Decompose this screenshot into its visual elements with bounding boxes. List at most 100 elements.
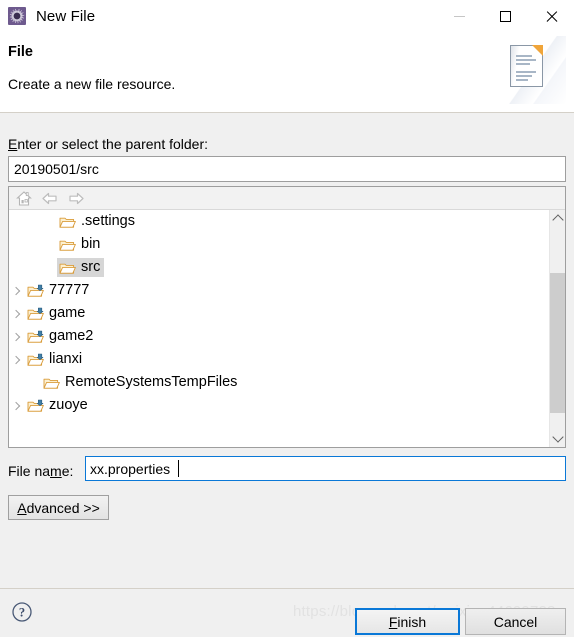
expand-arrow-icon[interactable] — [9, 325, 25, 348]
wizard-header: File Create a new file resource. — [0, 32, 574, 113]
expand-arrow-icon[interactable] — [9, 302, 25, 325]
finish-button[interactable]: Finish — [355, 608, 460, 635]
home-icon[interactable] — [15, 190, 33, 207]
doc-line — [516, 55, 532, 57]
minimize-icon — [453, 15, 465, 17]
close-icon — [545, 10, 558, 23]
tree-item[interactable]: bin — [57, 235, 104, 254]
tree-row[interactable]: lianxi — [9, 348, 549, 371]
tree-item[interactable]: lianxi — [25, 350, 86, 369]
minimize-button[interactable] — [436, 0, 482, 32]
text-cursor — [178, 460, 179, 477]
tree-item-label: 77777 — [49, 282, 90, 299]
folder-icon — [59, 238, 76, 252]
doc-line — [516, 75, 532, 77]
tree-item-label: game2 — [49, 328, 94, 345]
file-name-label-pre: File na — [8, 463, 51, 479]
maximize-button[interactable] — [482, 0, 528, 32]
chevron-up-glyph — [552, 214, 564, 226]
doc-line — [516, 59, 536, 61]
tree-item[interactable]: .settings — [57, 212, 139, 231]
folder-icon — [59, 261, 76, 275]
file-name-label: File name: — [8, 463, 73, 479]
chevron-down-glyph — [552, 431, 564, 443]
back-arrow-icon[interactable] — [41, 190, 59, 207]
tree-item-label: src — [81, 259, 101, 276]
tree-row[interactable]: game — [9, 302, 549, 325]
tree-item[interactable]: 77777 — [25, 281, 93, 300]
doc-fold-corner-icon — [532, 45, 543, 56]
tree-row[interactable]: RemoteSystemsTempFiles — [9, 371, 549, 394]
tree-item[interactable]: zuoye — [25, 396, 92, 415]
project-folder-icon — [27, 399, 44, 413]
window-title: New File — [36, 7, 96, 25]
page-title: File — [8, 44, 33, 60]
tree-item[interactable]: game — [25, 304, 89, 323]
tree-item-label: game — [49, 305, 86, 322]
tree-item[interactable]: game2 — [25, 327, 97, 346]
scrollbar-thumb[interactable] — [550, 273, 565, 413]
doc-line — [516, 63, 530, 65]
folder-icon — [43, 376, 60, 390]
parent-folder-label: Enter or select the parent folder: — [8, 136, 208, 152]
file-name-label-post: e: — [61, 463, 74, 479]
expand-arrow-icon[interactable] — [9, 279, 25, 302]
forward-arrow-icon[interactable] — [67, 190, 85, 207]
tree-toolbar — [9, 187, 565, 210]
tree-item-label: bin — [81, 236, 101, 253]
expand-arrow-icon[interactable] — [9, 394, 25, 417]
finish-label-post: inish — [397, 613, 427, 630]
tree-row[interactable]: 77777 — [9, 279, 549, 302]
advanced-button[interactable]: Advanced >> — [8, 495, 109, 520]
window-controls — [436, 0, 574, 32]
folder-icon — [59, 215, 76, 229]
help-icon[interactable]: ? — [11, 601, 33, 623]
parent-folder-input[interactable] — [8, 156, 566, 182]
dialog-body: Enter or select the parent folder: 20190… — [0, 113, 574, 588]
file-name-label-mnemonic: m — [50, 463, 62, 479]
tree-row[interactable]: src — [9, 256, 549, 279]
tree-item-label: lianxi — [49, 351, 83, 368]
doc-line — [516, 71, 536, 73]
advanced-label-mnemonic: A — [17, 499, 27, 516]
scroll-up-icon[interactable] — [550, 210, 565, 227]
new-file-dialog: New File File Create a new file resource… — [0, 0, 574, 637]
advanced-label-post: dvanced >> — [26, 499, 100, 516]
project-folder-icon — [27, 284, 44, 298]
header-banner — [494, 36, 566, 104]
cancel-button[interactable]: Cancel — [465, 608, 566, 635]
doc-line — [516, 79, 528, 81]
tree-item-label: .settings — [81, 213, 135, 230]
file-name-input[interactable] — [85, 456, 566, 481]
project-folder-icon — [27, 307, 44, 321]
folder-tree: .settings bin src 77777 game game2 lianxi Remot… — [8, 186, 566, 448]
tree-item-label: zuoye — [49, 397, 88, 414]
maximize-icon — [499, 10, 511, 22]
close-button[interactable] — [528, 0, 574, 32]
tree-row[interactable]: zuoye — [9, 394, 549, 417]
parent-folder-label-post: nter or select the parent folder: — [17, 136, 209, 152]
tree-row[interactable]: .settings — [9, 210, 549, 233]
tree-vertical-scrollbar[interactable] — [549, 210, 565, 447]
tree-row[interactable]: bin — [9, 233, 549, 256]
tree-item-label: RemoteSystemsTempFiles — [65, 374, 238, 391]
parent-folder-label-mnemonic: E — [8, 136, 18, 152]
tree-item[interactable]: RemoteSystemsTempFiles — [41, 373, 241, 392]
tree-row[interactable]: game2 — [9, 325, 549, 348]
page-description: Create a new file resource. — [8, 76, 176, 92]
expand-arrow-icon[interactable] — [9, 348, 25, 371]
scroll-down-icon[interactable] — [550, 430, 565, 447]
tree-item-selected[interactable]: src — [57, 258, 105, 277]
eclipse-wizard-icon — [8, 7, 26, 25]
tree-items[interactable]: .settings bin src 77777 game game2 lianxi Remot… — [9, 210, 549, 447]
